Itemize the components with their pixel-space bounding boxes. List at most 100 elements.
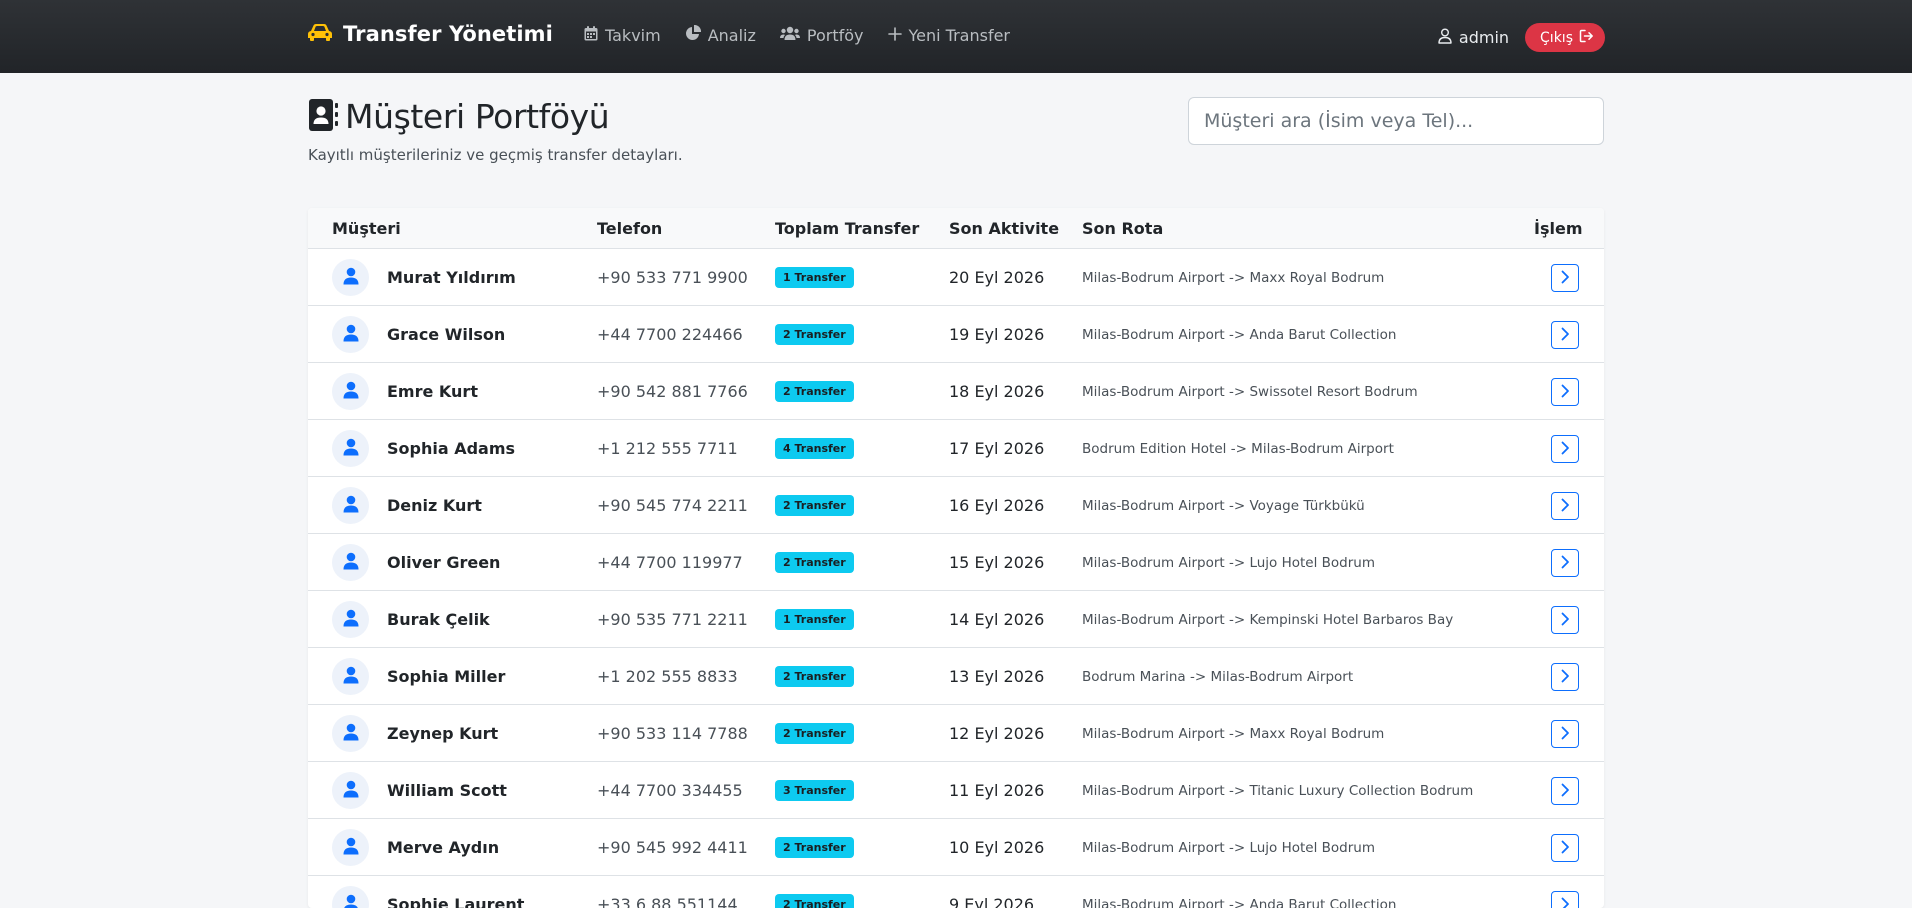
customer-phone: +1 212 555 7711 — [597, 420, 738, 477]
view-details-button[interactable] — [1551, 777, 1579, 805]
table-row[interactable]: William Scott +44 7700 334455 3 Transfer… — [308, 761, 1604, 818]
last-route: Milas-Bodrum Airport -> Titanic Luxury C… — [1082, 762, 1473, 819]
view-details-button[interactable] — [1551, 321, 1579, 349]
table-row[interactable]: Grace Wilson +44 7700 224466 2 Transfer … — [308, 305, 1604, 362]
customer-name: Deniz Kurt — [387, 477, 482, 534]
customer-phone: +90 545 774 2211 — [597, 477, 748, 534]
table-body: Murat Yıldırım +90 533 771 9900 1 Transf… — [308, 248, 1604, 908]
user-icon — [343, 666, 359, 688]
transfer-count-cell: 1 Transfer — [775, 249, 854, 306]
transfer-count-badge: 1 Transfer — [775, 267, 854, 288]
transfer-count-cell: 3 Transfer — [775, 762, 854, 819]
view-details-button[interactable] — [1551, 834, 1579, 862]
customer-name: Burak Çelik — [387, 591, 490, 648]
car-icon — [307, 22, 333, 46]
nav-link-takvim[interactable]: Takvim — [584, 25, 661, 45]
table-row[interactable]: Deniz Kurt +90 545 774 2211 2 Transfer 1… — [308, 476, 1604, 533]
table-row[interactable]: Sophia Miller +1 202 555 8833 2 Transfer… — [308, 647, 1604, 704]
header-last-route: Son Rota — [1082, 219, 1163, 238]
chevron-right-icon — [1560, 269, 1570, 288]
table-row[interactable]: Sophie Laurent +33 6 88 551144 2 Transfe… — [308, 875, 1604, 908]
chevron-right-icon — [1560, 668, 1570, 687]
transfer-count-badge: 3 Transfer — [775, 780, 854, 801]
logout-label: Çıkış — [1540, 30, 1573, 46]
avatar — [332, 259, 369, 296]
last-activity-date: 12 Eyl 2026 — [949, 705, 1044, 762]
view-details-button[interactable] — [1551, 435, 1579, 463]
customer-phone: +90 533 114 7788 — [597, 705, 748, 762]
avatar — [332, 772, 369, 809]
customer-name: Sophia Adams — [387, 420, 515, 477]
header-last-activity: Son Aktivite — [949, 219, 1059, 238]
chevron-right-icon — [1560, 725, 1570, 744]
chevron-right-icon — [1560, 383, 1570, 402]
table-row[interactable]: Emre Kurt +90 542 881 7766 2 Transfer 18… — [308, 362, 1604, 419]
last-route: Milas-Bodrum Airport -> Swissotel Resort… — [1082, 363, 1418, 420]
transfer-count-cell: 2 Transfer — [775, 876, 854, 908]
nav-link-portfoy[interactable]: Portföy — [780, 25, 864, 45]
view-details-button[interactable] — [1551, 663, 1579, 691]
brand[interactable]: Transfer Yönetimi — [307, 22, 553, 46]
transfer-count-cell: 1 Transfer — [775, 591, 854, 648]
last-activity-date: 18 Eyl 2026 — [949, 363, 1044, 420]
user-icon — [343, 267, 359, 289]
view-details-button[interactable] — [1551, 891, 1579, 908]
transfer-count-cell: 4 Transfer — [775, 420, 854, 477]
user-icon — [1438, 28, 1452, 48]
user-icon — [343, 894, 359, 908]
table-row[interactable]: Burak Çelik +90 535 771 2211 1 Transfer … — [308, 590, 1604, 647]
table-row[interactable]: Oliver Green +44 7700 119977 2 Transfer … — [308, 533, 1604, 590]
header-customer: Müşteri — [332, 219, 401, 238]
table-row[interactable]: Merve Aydın +90 545 992 4411 2 Transfer … — [308, 818, 1604, 875]
view-details-button[interactable] — [1551, 264, 1579, 292]
last-route: Milas-Bodrum Airport -> Maxx Royal Bodru… — [1082, 249, 1384, 306]
transfer-count-badge: 2 Transfer — [775, 381, 854, 402]
last-activity-date: 14 Eyl 2026 — [949, 591, 1044, 648]
avatar — [332, 316, 369, 353]
last-activity-date: 10 Eyl 2026 — [949, 819, 1044, 876]
view-details-button[interactable] — [1551, 606, 1579, 634]
search-input[interactable] — [1188, 97, 1604, 145]
table-row[interactable]: Sophia Adams +1 212 555 7711 4 Transfer … — [308, 419, 1604, 476]
customer-phone: +44 7700 119977 — [597, 534, 743, 591]
nav-link-yeni-transfer[interactable]: Yeni Transfer — [888, 25, 1011, 45]
username: admin — [1459, 28, 1509, 47]
chevron-right-icon — [1560, 839, 1570, 858]
view-details-button[interactable] — [1551, 549, 1579, 577]
transfer-count-cell: 2 Transfer — [775, 819, 854, 876]
logout-button[interactable]: Çıkış — [1525, 23, 1605, 52]
user-icon — [343, 780, 359, 802]
chevron-right-icon — [1560, 782, 1570, 801]
customer-table: Müşteri Telefon Toplam Transfer Son Akti… — [308, 208, 1604, 908]
last-route: Bodrum Edition Hotel -> Milas-Bodrum Air… — [1082, 420, 1394, 477]
table-row[interactable]: Zeynep Kurt +90 533 114 7788 2 Transfer … — [308, 704, 1604, 761]
transfer-count-cell: 2 Transfer — [775, 705, 854, 762]
chevron-right-icon — [1560, 896, 1570, 908]
customer-name: Grace Wilson — [387, 306, 505, 363]
view-details-button[interactable] — [1551, 720, 1579, 748]
customer-phone: +90 533 771 9900 — [597, 249, 748, 306]
user-icon — [343, 837, 359, 859]
transfer-count-cell: 2 Transfer — [775, 477, 854, 534]
avatar — [332, 658, 369, 695]
customer-name: Emre Kurt — [387, 363, 478, 420]
view-details-button[interactable] — [1551, 378, 1579, 406]
last-route: Milas-Bodrum Airport -> Lujo Hotel Bodru… — [1082, 534, 1375, 591]
avatar — [332, 430, 369, 467]
last-activity-date: 20 Eyl 2026 — [949, 249, 1044, 306]
plus-icon — [888, 26, 902, 45]
transfer-count-badge: 2 Transfer — [775, 837, 854, 858]
user-icon — [343, 723, 359, 745]
user-icon — [343, 381, 359, 403]
table-row[interactable]: Murat Yıldırım +90 533 771 9900 1 Transf… — [308, 248, 1604, 305]
nav-link-analiz[interactable]: Analiz — [685, 25, 756, 45]
nav-link-label: Takvim — [605, 26, 661, 45]
avatar — [332, 601, 369, 638]
transfer-count-badge: 2 Transfer — [775, 552, 854, 573]
user-menu[interactable]: admin — [1438, 28, 1509, 48]
contact-book-icon — [307, 98, 339, 136]
view-details-button[interactable] — [1551, 492, 1579, 520]
customer-name: Sophie Laurent — [387, 876, 524, 908]
last-activity-date: 17 Eyl 2026 — [949, 420, 1044, 477]
user-icon — [343, 438, 359, 460]
